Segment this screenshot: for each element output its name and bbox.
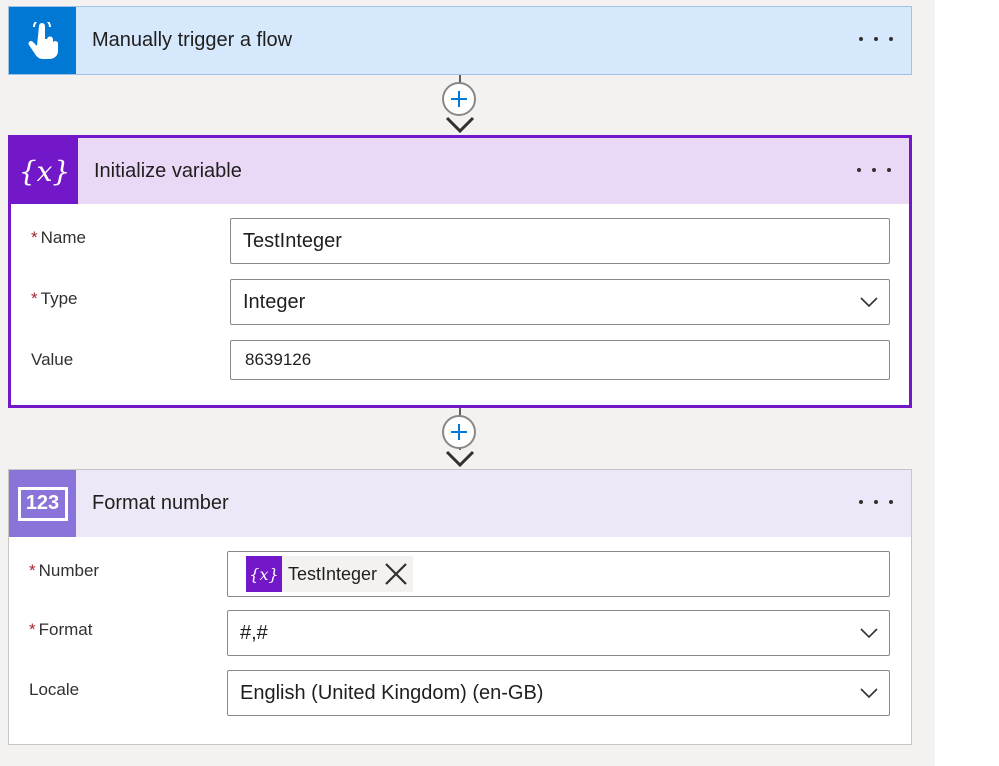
initialize-variable-title: Initialize variable xyxy=(94,159,242,182)
dot-icon xyxy=(887,168,891,172)
type-label: * Type xyxy=(31,289,78,308)
number-label: * Number xyxy=(29,561,100,580)
dot-icon xyxy=(889,37,893,41)
canvas-margin xyxy=(935,0,999,766)
variable-x-icon: {x} xyxy=(11,138,78,204)
value-label: Value xyxy=(31,350,74,369)
format-number-header[interactable]: 123 Format number xyxy=(9,470,911,537)
locale-dropdown[interactable]: English (United Kingdom) (en-GB) xyxy=(227,670,890,716)
number-input[interactable]: {x} TestInteger xyxy=(227,551,890,597)
dot-icon xyxy=(859,37,863,41)
name-input[interactable]: TestInteger xyxy=(230,218,890,264)
initialize-variable-header[interactable]: {x} Initialize variable xyxy=(11,138,909,204)
initialize-variable-more-menu[interactable] xyxy=(857,160,891,180)
value-input[interactable]: 8639126 xyxy=(230,340,890,380)
format-number-more-menu[interactable] xyxy=(859,492,893,512)
insert-step-button[interactable] xyxy=(442,415,476,449)
format-number-card[interactable]: 123 Format number * Number {x} TestIntege… xyxy=(8,469,912,745)
dot-icon xyxy=(874,37,878,41)
type-dropdown[interactable]: Integer xyxy=(230,279,890,325)
locale-field-row: Locale English (United Kingdom) (en-GB) xyxy=(9,670,911,718)
value-field-row: Value 8639126 xyxy=(11,340,909,388)
dot-icon xyxy=(889,500,893,504)
token-label: TestInteger xyxy=(288,563,378,584)
trigger-more-menu[interactable] xyxy=(859,29,893,49)
dot-icon xyxy=(857,168,861,172)
locale-label: Locale xyxy=(29,680,80,699)
touch-hand-icon xyxy=(9,7,76,74)
dot-icon xyxy=(872,168,876,172)
plus-icon xyxy=(451,424,467,440)
arrow-down-icon xyxy=(445,450,475,468)
trigger-card-header[interactable]: Manually trigger a flow xyxy=(9,7,911,74)
variable-x-icon: {x} xyxy=(246,556,282,592)
chevron-down-icon xyxy=(860,297,878,308)
number-field-row: * Number {x} TestInteger xyxy=(9,551,911,599)
format-number-title: Format number xyxy=(92,492,229,514)
format-field-row: * Format #,# xyxy=(9,610,911,658)
insert-step-button[interactable] xyxy=(442,82,476,116)
initialize-variable-card[interactable]: {x} Initialize variable * Name TestIntege… xyxy=(8,135,912,408)
trigger-title: Manually trigger a flow xyxy=(92,29,293,51)
name-field-row: * Name TestInteger xyxy=(11,218,909,266)
variable-token[interactable]: {x} TestInteger xyxy=(246,556,414,592)
remove-token-icon[interactable] xyxy=(383,561,409,587)
trigger-card[interactable]: Manually trigger a flow xyxy=(8,6,912,75)
name-label: * Name xyxy=(31,228,86,247)
dot-icon xyxy=(859,500,863,504)
format-dropdown[interactable]: #,# xyxy=(227,610,890,656)
plus-icon xyxy=(451,91,467,107)
dot-icon xyxy=(874,500,878,504)
type-field-row: * Type Integer xyxy=(11,279,909,327)
format-label: * Format xyxy=(29,620,93,639)
number-123-icon: 123 xyxy=(9,470,76,537)
chevron-down-icon xyxy=(860,688,878,699)
arrow-down-icon xyxy=(445,116,475,134)
chevron-down-icon xyxy=(860,628,878,639)
